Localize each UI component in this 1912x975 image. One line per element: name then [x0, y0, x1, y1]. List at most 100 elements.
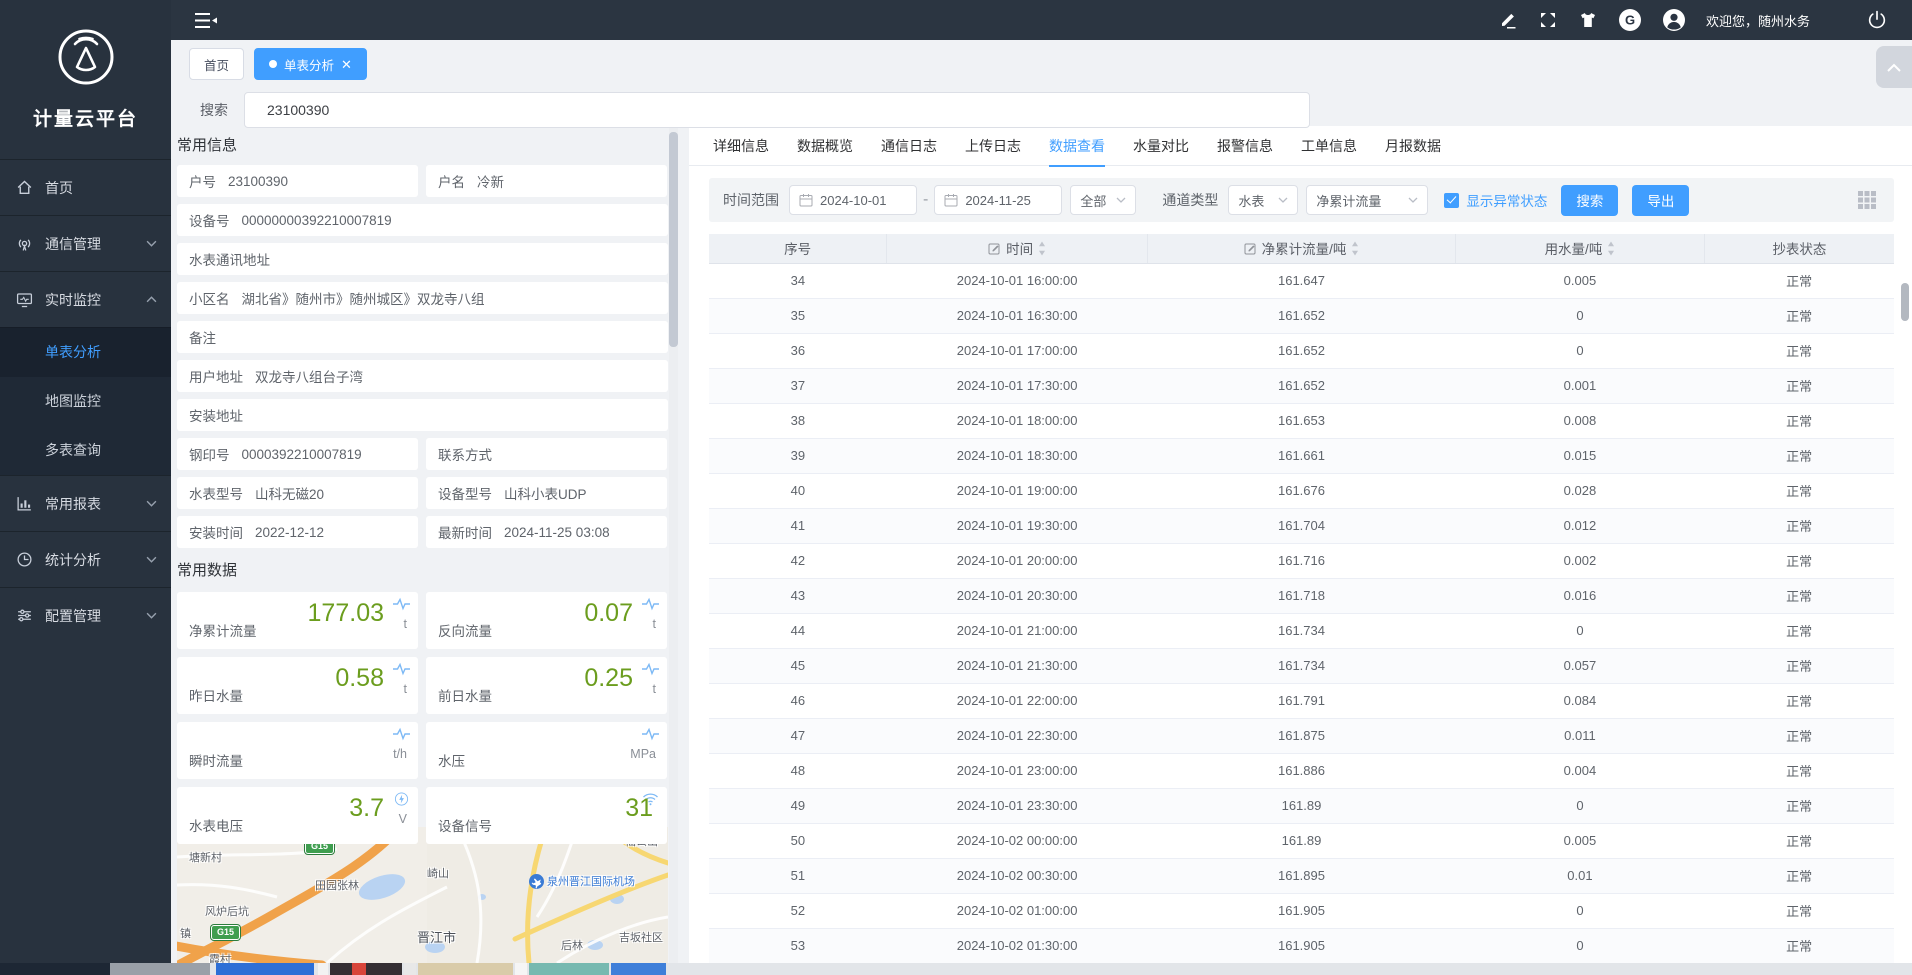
close-tab-icon[interactable]: ✕	[341, 58, 352, 71]
sidebar-item-统计分析[interactable]: 统计分析	[0, 531, 171, 587]
sort-icon[interactable]	[1351, 241, 1359, 255]
field-label: 安装地址	[189, 405, 243, 425]
fullscreen-icon[interactable]	[1538, 10, 1558, 30]
table-cell: 正常	[1704, 403, 1894, 438]
table-row[interactable]: 472024-10-01 22:30:00161.8750.011正常	[709, 718, 1894, 753]
sidebar-subitem-地图监控[interactable]: 地图监控	[0, 377, 171, 426]
table-row[interactable]: 442024-10-01 21:00:00161.7340正常	[709, 613, 1894, 648]
export-button[interactable]: 导出	[1632, 185, 1689, 216]
background-window[interactable]	[611, 963, 666, 975]
table-row[interactable]: 372024-10-01 17:30:00161.6520.001正常	[709, 368, 1894, 403]
detail-tab-数据概览[interactable]: 数据概览	[797, 126, 853, 166]
detail-tab-报警信息[interactable]: 报警信息	[1217, 126, 1273, 166]
channel-select[interactable]: 水表	[1228, 185, 1298, 215]
detail-tab-数据查看[interactable]: 数据查看	[1049, 126, 1105, 166]
sidebar-subitem-单表分析[interactable]: 单表分析	[0, 328, 171, 377]
theme-shirt-icon[interactable]	[1578, 10, 1598, 30]
sidebar-item-实时监控[interactable]: 实时监控	[0, 271, 171, 327]
table-row[interactable]: 522024-10-02 01:00:00161.9050正常	[709, 893, 1894, 928]
info-fields: 户号23100390户名冷新设备号00000000392210007819水表通…	[177, 165, 668, 548]
search-button[interactable]: 搜索	[1561, 185, 1618, 216]
table-row[interactable]: 532024-10-02 01:30:00161.9050正常	[709, 928, 1894, 963]
sidebar: 计量云平台 首页通信管理实时监控单表分析地图监控多表查询常用报表统计分析配置管理	[0, 0, 171, 963]
info-field-水表型号: 水表型号山科无磁20	[177, 477, 418, 509]
background-window[interactable]	[216, 963, 314, 975]
table-row[interactable]: 402024-10-01 19:00:00161.6760.028正常	[709, 473, 1894, 508]
background-window[interactable]	[418, 963, 513, 975]
edit-icon[interactable]	[1498, 10, 1518, 30]
column-settings-icon[interactable]	[1858, 191, 1876, 209]
stat-card-水表电压: 水表电压3.7V	[177, 787, 418, 844]
power-icon[interactable]	[1866, 9, 1888, 31]
field-label: 水表通讯地址	[189, 249, 270, 269]
table-row[interactable]: 352024-10-01 16:30:00161.6520正常	[709, 298, 1894, 333]
stat-card-label: 净累计流量	[189, 620, 257, 640]
background-window[interactable]	[404, 963, 416, 975]
end-date-picker[interactable]: 2024-11-25	[934, 185, 1062, 215]
detail-tab-通信日志[interactable]: 通信日志	[881, 126, 937, 166]
back-to-top-button[interactable]	[1876, 46, 1912, 88]
brand-g-icon[interactable]: G	[1618, 8, 1642, 32]
background-window[interactable]	[352, 963, 366, 975]
table-cell: 2024-10-01 19:00:00	[887, 473, 1148, 508]
svg-text:G: G	[1625, 13, 1635, 28]
location-map[interactable]: G15G15塘新村仙公山崎山田园张林风炉后坑镇晋江市后林吉坂社区霞村泉州晋江国际…	[177, 827, 668, 963]
table-cell: 0.028	[1456, 473, 1705, 508]
sort-icon[interactable]	[1038, 241, 1046, 255]
background-window[interactable]	[318, 963, 328, 975]
table-row[interactable]: 512024-10-02 00:30:00161.8950.01正常	[709, 858, 1894, 893]
table-row[interactable]: 382024-10-01 18:00:00161.6530.008正常	[709, 403, 1894, 438]
table-cell: 正常	[1704, 333, 1894, 368]
detail-tab-水量对比[interactable]: 水量对比	[1133, 126, 1189, 166]
collapse-menu-icon[interactable]	[195, 12, 217, 29]
table-row[interactable]: 362024-10-01 17:00:00161.6520正常	[709, 333, 1894, 368]
user-avatar-icon[interactable]	[1662, 8, 1686, 32]
sidebar-item-首页[interactable]: 首页	[0, 159, 171, 215]
left-panel-scrollbar-thumb[interactable]	[669, 132, 678, 347]
tab-single-meter-analysis[interactable]: 单表分析 ✕	[254, 48, 367, 80]
sidebar-item-label: 通信管理	[45, 234, 101, 254]
table-cell: 正常	[1704, 368, 1894, 403]
sidebar-item-配置管理[interactable]: 配置管理	[0, 587, 171, 643]
table-row[interactable]: 422024-10-01 20:00:00161.7160.002正常	[709, 543, 1894, 578]
sidebar-subitem-多表查询[interactable]: 多表查询	[0, 426, 171, 475]
sort-icon[interactable]	[1607, 241, 1615, 255]
app-logo-icon	[53, 22, 119, 88]
detail-tab-工单信息[interactable]: 工单信息	[1301, 126, 1357, 166]
detail-tab-上传日志[interactable]: 上传日志	[965, 126, 1021, 166]
table-row[interactable]: 492024-10-01 23:30:00161.890正常	[709, 788, 1894, 823]
header-actions: G 欢迎您，随州水务	[1498, 8, 1898, 32]
metric-select[interactable]: 净累计流量	[1306, 185, 1428, 215]
search-row: 搜索	[200, 92, 1310, 128]
background-window[interactable]	[330, 963, 402, 975]
left-panel-scrollbar[interactable]	[669, 127, 678, 963]
show-abnormal-checkbox[interactable]	[1444, 193, 1459, 208]
table-row[interactable]: 482024-10-01 23:00:00161.8860.004正常	[709, 753, 1894, 788]
edit-column-icon[interactable]	[1244, 242, 1257, 255]
sidebar-item-常用报表[interactable]: 常用报表	[0, 475, 171, 531]
table-row[interactable]: 502024-10-02 00:00:00161.890.005正常	[709, 823, 1894, 858]
table-scrollbar-thumb[interactable]	[1901, 283, 1909, 321]
background-window[interactable]	[515, 963, 527, 975]
background-window[interactable]	[110, 963, 210, 975]
background-window[interactable]	[529, 963, 609, 975]
tab-home[interactable]: 首页	[189, 48, 244, 80]
start-date-picker[interactable]: 2024-10-01	[789, 185, 917, 215]
table-row[interactable]: 462024-10-01 22:00:00161.7910.084正常	[709, 683, 1894, 718]
show-abnormal-label[interactable]: 显示异常状态	[1466, 190, 1547, 210]
table-row[interactable]: 412024-10-01 19:30:00161.7040.012正常	[709, 508, 1894, 543]
table-row[interactable]: 392024-10-01 18:30:00161.6610.015正常	[709, 438, 1894, 473]
table-cell: 45	[709, 648, 887, 683]
detail-tab-月报数据[interactable]: 月报数据	[1385, 126, 1441, 166]
table-cell: 0.016	[1456, 578, 1705, 613]
sidebar-item-通信管理[interactable]: 通信管理	[0, 215, 171, 271]
table-cell: 0.005	[1456, 263, 1705, 298]
edit-column-icon[interactable]	[988, 242, 1001, 255]
table-row[interactable]: 342024-10-01 16:00:00161.6470.005正常	[709, 263, 1894, 298]
granularity-select[interactable]: 全部	[1070, 185, 1136, 215]
table-row[interactable]: 452024-10-01 21:30:00161.7340.057正常	[709, 648, 1894, 683]
detail-tab-详细信息[interactable]: 详细信息	[713, 126, 769, 166]
table-row[interactable]: 432024-10-01 20:30:00161.7180.016正常	[709, 578, 1894, 613]
search-input[interactable]	[244, 92, 1310, 128]
table-cell: 正常	[1704, 753, 1894, 788]
